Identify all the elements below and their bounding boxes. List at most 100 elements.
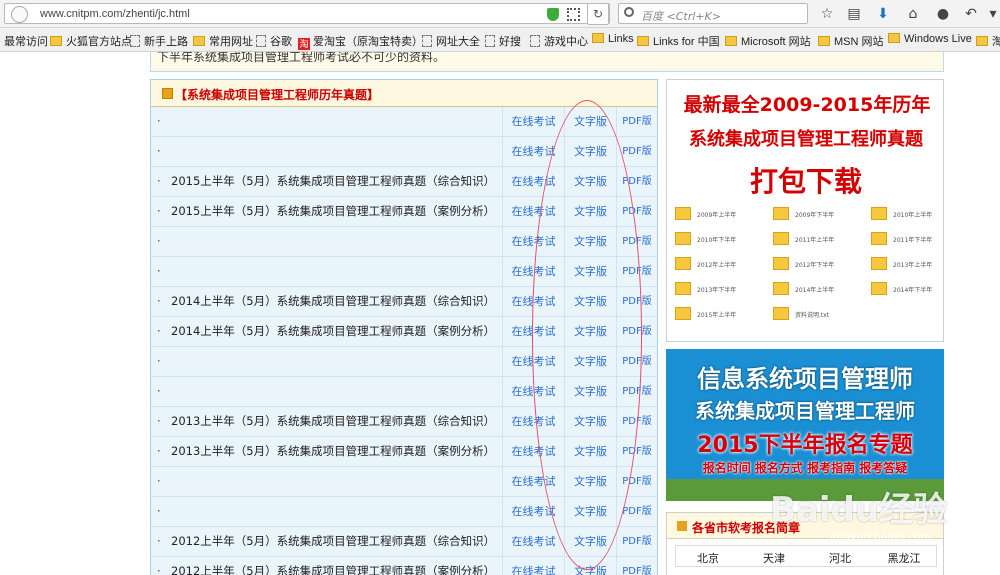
online-exam-link[interactable]: 在线考试 xyxy=(503,347,565,376)
registration-topic-ad[interactable]: 信息系统项目管理师 系统集成项目管理工程师 2015下半年报名专题 报名时间 报… xyxy=(666,349,944,501)
exam-title-cell[interactable]: · 2013上半年（5月）系统集成项目管理工程师真题（综合知识） xyxy=(151,407,503,436)
bookmark-haosou[interactable]: 好搜 xyxy=(485,33,521,49)
exam-title[interactable]: 2015上半年（5月）系统集成项目管理工程师真题（综合知识） xyxy=(171,174,495,188)
text-version-link[interactable]: 文字版 xyxy=(565,347,617,376)
text-version-link[interactable]: 文字版 xyxy=(565,377,617,406)
pdf-version-link[interactable]: PDF版 xyxy=(617,257,657,286)
pdf-version-link[interactable]: PDF版 xyxy=(617,467,657,496)
pdf-version-link[interactable]: PDF版 xyxy=(617,317,657,346)
pdf-version-link[interactable]: PDF版 xyxy=(617,347,657,376)
online-exam-link[interactable]: 在线考试 xyxy=(503,167,565,196)
search-input[interactable]: 百度 <Ctrl+K> xyxy=(618,3,808,24)
site-identity-icon[interactable] xyxy=(11,6,28,23)
chat-icon[interactable]: ● xyxy=(934,5,952,23)
bookmark-windows-live[interactable]: Windows Live xyxy=(888,33,972,45)
exam-title-cell[interactable]: ·2013下半年（11月）系统集成项目管理工程师真题（综合知识） xyxy=(151,347,503,397)
online-exam-link[interactable]: 在线考试 xyxy=(503,497,565,526)
online-exam-link[interactable]: 在线考试 xyxy=(503,107,565,136)
home-icon[interactable]: ⌂ xyxy=(904,5,922,23)
exam-title-cell[interactable]: ·2015下半年（11月）系统集成项目管理工程师真题（案例分析） xyxy=(151,137,503,187)
pdf-version-link[interactable]: PDF版 xyxy=(617,497,657,526)
text-version-link[interactable]: 文字版 xyxy=(565,167,617,196)
exam-title[interactable]: 2013上半年（5月）系统集成项目管理工程师真题（综合知识） xyxy=(171,414,495,428)
exam-title-cell[interactable]: ·2012下半年（11月）系统集成项目管理工程师真题（综合知识） xyxy=(151,467,503,517)
text-version-link[interactable]: 文字版 xyxy=(565,467,617,496)
online-exam-link[interactable]: 在线考试 xyxy=(503,557,565,575)
online-exam-link[interactable]: 在线考试 xyxy=(503,467,565,496)
text-version-link[interactable]: 文字版 xyxy=(565,437,617,466)
bookmark-most-visited[interactable]: 最常访问 xyxy=(4,33,48,49)
province-link[interactable]: 河北 xyxy=(810,550,870,566)
province-link[interactable]: 北京 xyxy=(678,550,738,566)
online-exam-link[interactable]: 在线考试 xyxy=(503,137,565,166)
bookmark-firefox-site[interactable]: 火狐官方站点 xyxy=(50,33,132,49)
bookmark-site-directory[interactable]: 网址大全 xyxy=(422,33,480,49)
exam-title[interactable]: 2014上半年（5月）系统集成项目管理工程师真题（综合知识） xyxy=(171,294,495,308)
bookmark-game-center[interactable]: 游戏中心 xyxy=(530,33,588,49)
bookmark-google[interactable]: 谷歌 xyxy=(256,33,292,49)
pdf-version-link[interactable]: PDF版 xyxy=(617,437,657,466)
pdf-version-link[interactable]: PDF版 xyxy=(617,557,657,575)
exam-title[interactable]: 2012上半年（5月）系统集成项目管理工程师真题（案例分析） xyxy=(171,564,495,575)
province-link[interactable]: 天津 xyxy=(744,550,804,566)
pdf-version-link[interactable]: PDF版 xyxy=(617,227,657,256)
exam-title-cell[interactable]: ·2014下半年（11月）系统集成项目管理工程师真题（综合知识） xyxy=(151,227,503,277)
bookmark-overflow[interactable]: 淘 xyxy=(976,33,1000,49)
text-version-link[interactable]: 文字版 xyxy=(565,107,617,136)
exam-title-cell[interactable]: · 2012上半年（5月）系统集成项目管理工程师真题（综合知识） xyxy=(151,527,503,556)
bookmark-msn[interactable]: MSN 网站 xyxy=(818,33,884,49)
pdf-version-link[interactable]: PDF版 xyxy=(617,527,657,556)
exam-title[interactable]: 2014上半年（5月）系统集成项目管理工程师真题（案例分析） xyxy=(171,324,495,338)
reading-list-icon[interactable]: ▤ xyxy=(845,5,863,23)
text-version-link[interactable]: 文字版 xyxy=(565,557,617,575)
text-version-link[interactable]: 文字版 xyxy=(565,527,617,556)
download-icon[interactable]: ⬇ xyxy=(874,5,892,23)
exam-title-cell[interactable]: ·2013下半年（11月）系统集成项目管理工程师真题（案例分析） xyxy=(151,377,503,427)
online-exam-link[interactable]: 在线考试 xyxy=(503,437,565,466)
online-exam-link[interactable]: 在线考试 xyxy=(503,527,565,556)
online-exam-link[interactable]: 在线考试 xyxy=(503,227,565,256)
online-exam-link[interactable]: 在线考试 xyxy=(503,407,565,436)
exam-title[interactable]: 2015上半年（5月）系统集成项目管理工程师真题（案例分析） xyxy=(171,204,495,218)
pdf-version-link[interactable]: PDF版 xyxy=(617,407,657,436)
exam-title-cell[interactable]: · 2015上半年（5月）系统集成项目管理工程师真题（综合知识） xyxy=(151,167,503,196)
pdf-version-link[interactable]: PDF版 xyxy=(617,137,657,166)
online-exam-link[interactable]: 在线考试 xyxy=(503,287,565,316)
online-exam-link[interactable]: 在线考试 xyxy=(503,197,565,226)
address-bar[interactable]: www.cnitpm.com/zhenti/jc.html ↻ xyxy=(4,3,610,25)
exam-title-cell[interactable]: · 2013上半年（5月）系统集成项目管理工程师真题（案例分析） xyxy=(151,437,503,466)
text-version-link[interactable]: 文字版 xyxy=(565,287,617,316)
text-version-link[interactable]: 文字版 xyxy=(565,227,617,256)
bookmark-common-sites[interactable]: 常用网址 xyxy=(193,33,253,49)
text-version-link[interactable]: 文字版 xyxy=(565,137,617,166)
bookmark-links-china[interactable]: Links for 中国 xyxy=(637,33,720,49)
text-version-link[interactable]: 文字版 xyxy=(565,257,617,286)
text-version-link[interactable]: 文字版 xyxy=(565,407,617,436)
exam-title-cell[interactable]: ·2012下半年（11月）系统集成项目管理工程师真题（案例分析） xyxy=(151,497,503,547)
exam-title[interactable]: 2012上半年（5月）系统集成项目管理工程师真题（综合知识） xyxy=(171,534,495,548)
security-shield-icon[interactable] xyxy=(547,8,559,21)
exam-title-cell[interactable]: ·2014下半年（11月）系统集成项目管理工程师真题（案例分析） xyxy=(151,257,503,307)
online-exam-link[interactable]: 在线考试 xyxy=(503,257,565,286)
url-text[interactable]: www.cnitpm.com/zhenti/jc.html xyxy=(40,8,190,20)
bookmark-links[interactable]: Links xyxy=(592,33,634,45)
online-exam-link[interactable]: 在线考试 xyxy=(503,317,565,346)
reload-button[interactable]: ↻ xyxy=(587,3,609,25)
pdf-version-link[interactable]: PDF版 xyxy=(617,107,657,136)
text-version-link[interactable]: 文字版 xyxy=(565,197,617,226)
qr-code-icon[interactable] xyxy=(567,8,580,21)
text-version-link[interactable]: 文字版 xyxy=(565,317,617,346)
bookmark-microsoft[interactable]: Microsoft 网站 xyxy=(725,33,811,49)
text-version-link[interactable]: 文字版 xyxy=(565,497,617,526)
exam-title-cell[interactable]: ·2015下半年（11月）系统集成项目管理工程师真题（综合知识） xyxy=(151,107,503,157)
pdf-version-link[interactable]: PDF版 xyxy=(617,287,657,316)
exam-title-cell[interactable]: · 2015上半年（5月）系统集成项目管理工程师真题（案例分析） xyxy=(151,197,503,226)
exam-title[interactable]: 2013上半年（5月）系统集成项目管理工程师真题（案例分析） xyxy=(171,444,495,458)
online-exam-link[interactable]: 在线考试 xyxy=(503,377,565,406)
exam-title-cell[interactable]: · 2014上半年（5月）系统集成项目管理工程师真题（综合知识） xyxy=(151,287,503,316)
pdf-version-link[interactable]: PDF版 xyxy=(617,167,657,196)
back-history-icon[interactable]: ↶ xyxy=(962,5,980,23)
menu-chevron-icon[interactable]: ▾ xyxy=(984,5,1000,23)
bookmark-star-icon[interactable]: ☆ xyxy=(818,5,836,23)
download-pack-ad[interactable]: 最新最全2009-2015年历年 系统集成项目管理工程师真题 打包下载 2009… xyxy=(666,79,944,342)
